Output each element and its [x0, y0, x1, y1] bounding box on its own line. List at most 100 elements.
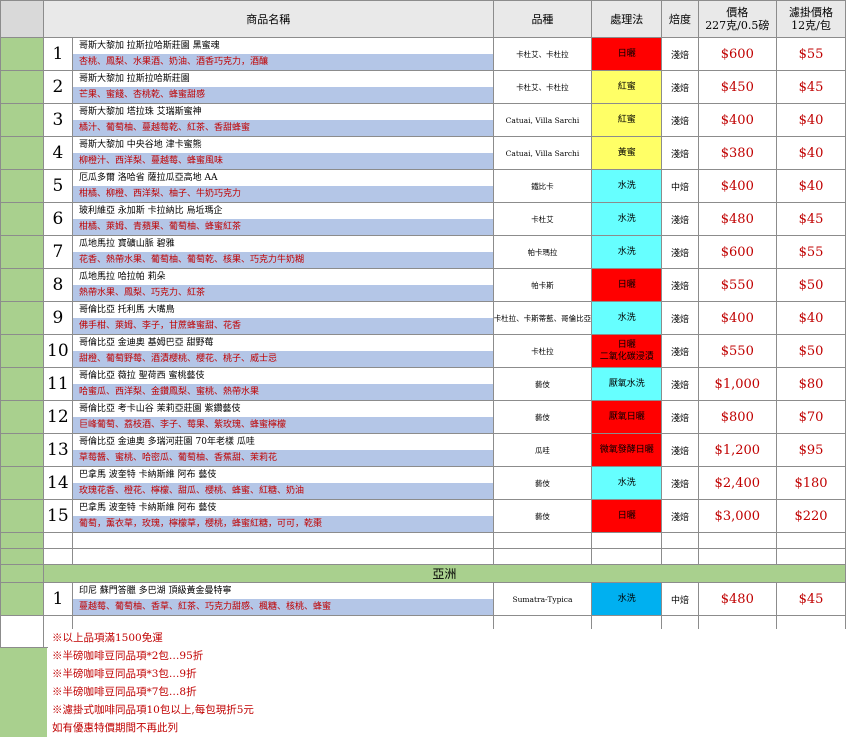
table-row: 13 哥倫比亞 金迪奧 多瑞河莊園 70年老樣 瓜哇 草莓醬、蜜桃、哈密瓜、葡萄柚、…: [0, 433, 846, 467]
header-drip-label: 濾掛價格: [788, 6, 833, 19]
item-drip-price: $220: [775, 499, 846, 533]
table-row: 14 巴拿馬 波奎特 卡納斯維 阿布 藝伎 玫瑰花香、橙花、檸檬、甜瓜、櫻桃、蜂蜜、…: [0, 466, 846, 500]
note-line: ※濾掛式咖啡同品項10包以上,每包現折5元: [52, 704, 254, 716]
item-roast: 淺焙: [661, 367, 699, 401]
item-drip-price: $180: [775, 466, 846, 500]
item-name-cell: 哥倫比亞 金迪奧 基姆巴亞 甜野莓 甜橙、葡萄野莓、酒漬櫻桃、櫻花、桃子、威士忌: [71, 334, 494, 368]
table-row: 10 哥倫比亞 金迪奧 基姆巴亞 甜野莓 甜橙、葡萄野莓、酒漬櫻桃、櫻花、桃子、威士…: [0, 334, 846, 368]
row-margin: [0, 433, 44, 467]
item-roast: 淺焙: [661, 466, 699, 500]
spacer-cell: [492, 532, 593, 549]
item-process: 日曬 二氧化碳浸漬: [591, 334, 663, 368]
item-flavor: 芒果、蜜餞、杏桃乾、蜂蜜甜感: [73, 87, 493, 103]
item-name: 哥斯大黎加 拉斯拉哈斯莊園 黑蜜魂: [73, 38, 493, 54]
spacer-row: [0, 548, 846, 565]
item-variety: 藝伎: [492, 499, 593, 533]
item-price: $600: [697, 235, 777, 269]
item-name-cell: 哥斯大黎加 拉斯拉哈斯莊園 芒果、蜜餞、杏桃乾、蜂蜜甜感: [71, 70, 494, 104]
item-roast: 淺焙: [661, 70, 699, 104]
table-row: 2 哥斯大黎加 拉斯拉哈斯莊園 芒果、蜜餞、杏桃乾、蜂蜜甜感 卡杜艾、卡杜拉 紅蜜 淺焙 $…: [0, 70, 846, 104]
item-flavor: 葡萄，薰衣草，玫瑰，檸檬草，櫻桃，蜂蜜紅糖，可可，乾棗: [73, 516, 493, 532]
price-table: 商品名稱 品種 處理法 焙度 價格 227克/0.5磅 濾掛價格 12克/包 1 哥斯…: [0, 0, 846, 648]
item-roast: 淺焙: [661, 400, 699, 434]
blank-cell: [0, 615, 44, 648]
item-price: $400: [697, 103, 777, 137]
row-margin: [0, 70, 44, 104]
item-roast: 淺焙: [661, 235, 699, 269]
item-variety: 藝伎: [492, 367, 593, 401]
item-name: 哥倫比亞 考卡山谷 茉莉亞莊園 紫鑽藝伎: [73, 401, 493, 417]
item-roast: 淺焙: [661, 334, 699, 368]
item-flavor: 柑橘、柳橙、西洋梨、柚子、牛奶巧克力: [73, 186, 493, 202]
table-row: 15 巴拿馬 波奎特 卡納斯維 阿布 藝伎 葡萄，薰衣草，玫瑰，檸檬草，櫻桃，蜂蜜紅…: [0, 499, 846, 533]
header-name: 商品名稱: [42, 0, 494, 38]
item-name-cell: 印尼 蘇門答臘 多巴湖 頂級黃金曼特寧 蔓越莓、葡萄柚、香草、紅茶、巧克力甜感、楓…: [71, 582, 494, 616]
item-name-cell: 瓜地馬拉 哈拉帕 莉朵 熱帶水果、鳳梨、巧克力、紅茶: [71, 268, 494, 302]
header-price-label: 價格: [726, 6, 749, 19]
item-process: 厭氧水洗: [591, 367, 663, 401]
spacer-cell: [492, 548, 593, 565]
item-name: 哥倫比亞 薇拉 聖荷西 蜜桃藝伎: [73, 368, 493, 384]
item-name-cell: 哥斯大黎加 拉斯拉哈斯莊園 黑蜜魂 杏桃、鳳梨、水果酒、奶油、酒香巧克力，酒釀: [71, 37, 494, 71]
row-margin: [0, 499, 44, 533]
item-drip-price: $50: [775, 334, 846, 368]
header-price-unit: 227克/0.5磅: [705, 19, 770, 32]
item-process: 水洗: [591, 169, 663, 203]
table-row: 1 哥斯大黎加 拉斯拉哈斯莊園 黑蜜魂 杏桃、鳳梨、水果酒、奶油、酒香巧克力，酒釀卡…: [0, 37, 846, 71]
item-drip-price: $95: [775, 433, 846, 467]
item-variety: 帕卡斯: [492, 268, 593, 302]
item-variety: Sumatra-Typica: [492, 582, 593, 616]
item-flavor: 蔓越莓、葡萄柚、香草、紅茶、巧克力甜感、楓糖、核桃、蜂蜜: [73, 599, 493, 615]
header-price: 價格 227克/0.5磅: [697, 0, 777, 38]
item-roast: 淺焙: [661, 301, 699, 335]
spacer-cell: [0, 532, 44, 549]
item-price: $800: [697, 400, 777, 434]
item-price: $400: [697, 301, 777, 335]
item-number: 7: [42, 235, 73, 269]
item-flavor: 巨峰葡萄、荔枝酒、李子、莓果、紫玫瑰、蜂蜜檸檬: [73, 417, 493, 433]
item-number: 10: [42, 334, 73, 368]
item-number: 6: [42, 202, 73, 236]
item-process: 水洗: [591, 202, 663, 236]
row-margin: [0, 202, 44, 236]
item-drip-price: $55: [775, 37, 846, 71]
row-margin: [0, 301, 44, 335]
item-drip-price: $45: [775, 202, 846, 236]
item-roast: 淺焙: [661, 202, 699, 236]
item-variety: 帕卡瑪拉: [492, 235, 593, 269]
item-number: 3: [42, 103, 73, 137]
item-number: 9: [42, 301, 73, 335]
item-roast: 中焙: [661, 169, 699, 203]
item-name: 哥斯大黎加 中央谷地 津卡蜜熊: [73, 137, 493, 153]
item-drip-price: $40: [775, 301, 846, 335]
header-process: 處理法: [591, 0, 663, 38]
row-margin: [0, 136, 44, 170]
row-margin: [0, 334, 44, 368]
item-drip-price: $70: [775, 400, 846, 434]
item-process: 微氧發酵日曬: [591, 433, 663, 467]
spacer-cell: [591, 532, 663, 549]
item-process: 日曬: [591, 268, 663, 302]
item-process: 黃蜜: [591, 136, 663, 170]
item-flavor: 佛手柑、萊姆、李子，甘蔗蜂蜜甜、花香: [73, 318, 493, 334]
spacer-cell: [775, 548, 846, 565]
spacer-cell: [591, 548, 663, 565]
item-name: 厄瓜多爾 洛哈省 薩拉瓜亞高地 AA: [73, 170, 493, 186]
item-variety: 卡杜艾、卡杜拉: [492, 70, 593, 104]
spacer-cell: [775, 532, 846, 549]
item-number: 4: [42, 136, 73, 170]
item-price: $550: [697, 334, 777, 368]
item-flavor: 哈蜜瓜、西洋梨、金鑽鳳梨、蜜桃、熱帶水果: [73, 384, 493, 400]
table-row: 11 哥倫比亞 薇拉 聖荷西 蜜桃藝伎 哈蜜瓜、西洋梨、金鑽鳳梨、蜜桃、熱帶水果 藝伎…: [0, 367, 846, 401]
spacer-cell: [0, 548, 44, 565]
item-flavor: 玫瑰花香、橙花、檸檬、甜瓜、櫻桃、蜂蜜、紅糖、奶油: [73, 483, 493, 499]
item-price: $1,000: [697, 367, 777, 401]
spacer-cell: [661, 532, 699, 549]
spacer-cell: [42, 532, 73, 549]
item-flavor: 杏桃、鳳梨、水果酒、奶油、酒香巧克力，酒釀: [73, 54, 493, 70]
table-row: 7 瓜地馬拉 寶礦山脈 碧雅 花香、熱帶水果、葡萄柚、葡萄乾、核果、巧克力牛奶糊 帕卡…: [0, 235, 846, 269]
item-flavor: 甜橙、葡萄野莓、酒漬櫻桃、櫻花、桃子、威士忌: [73, 351, 493, 367]
row-margin: [0, 466, 44, 500]
header-variety: 品種: [492, 0, 593, 38]
row-margin: [0, 400, 44, 434]
